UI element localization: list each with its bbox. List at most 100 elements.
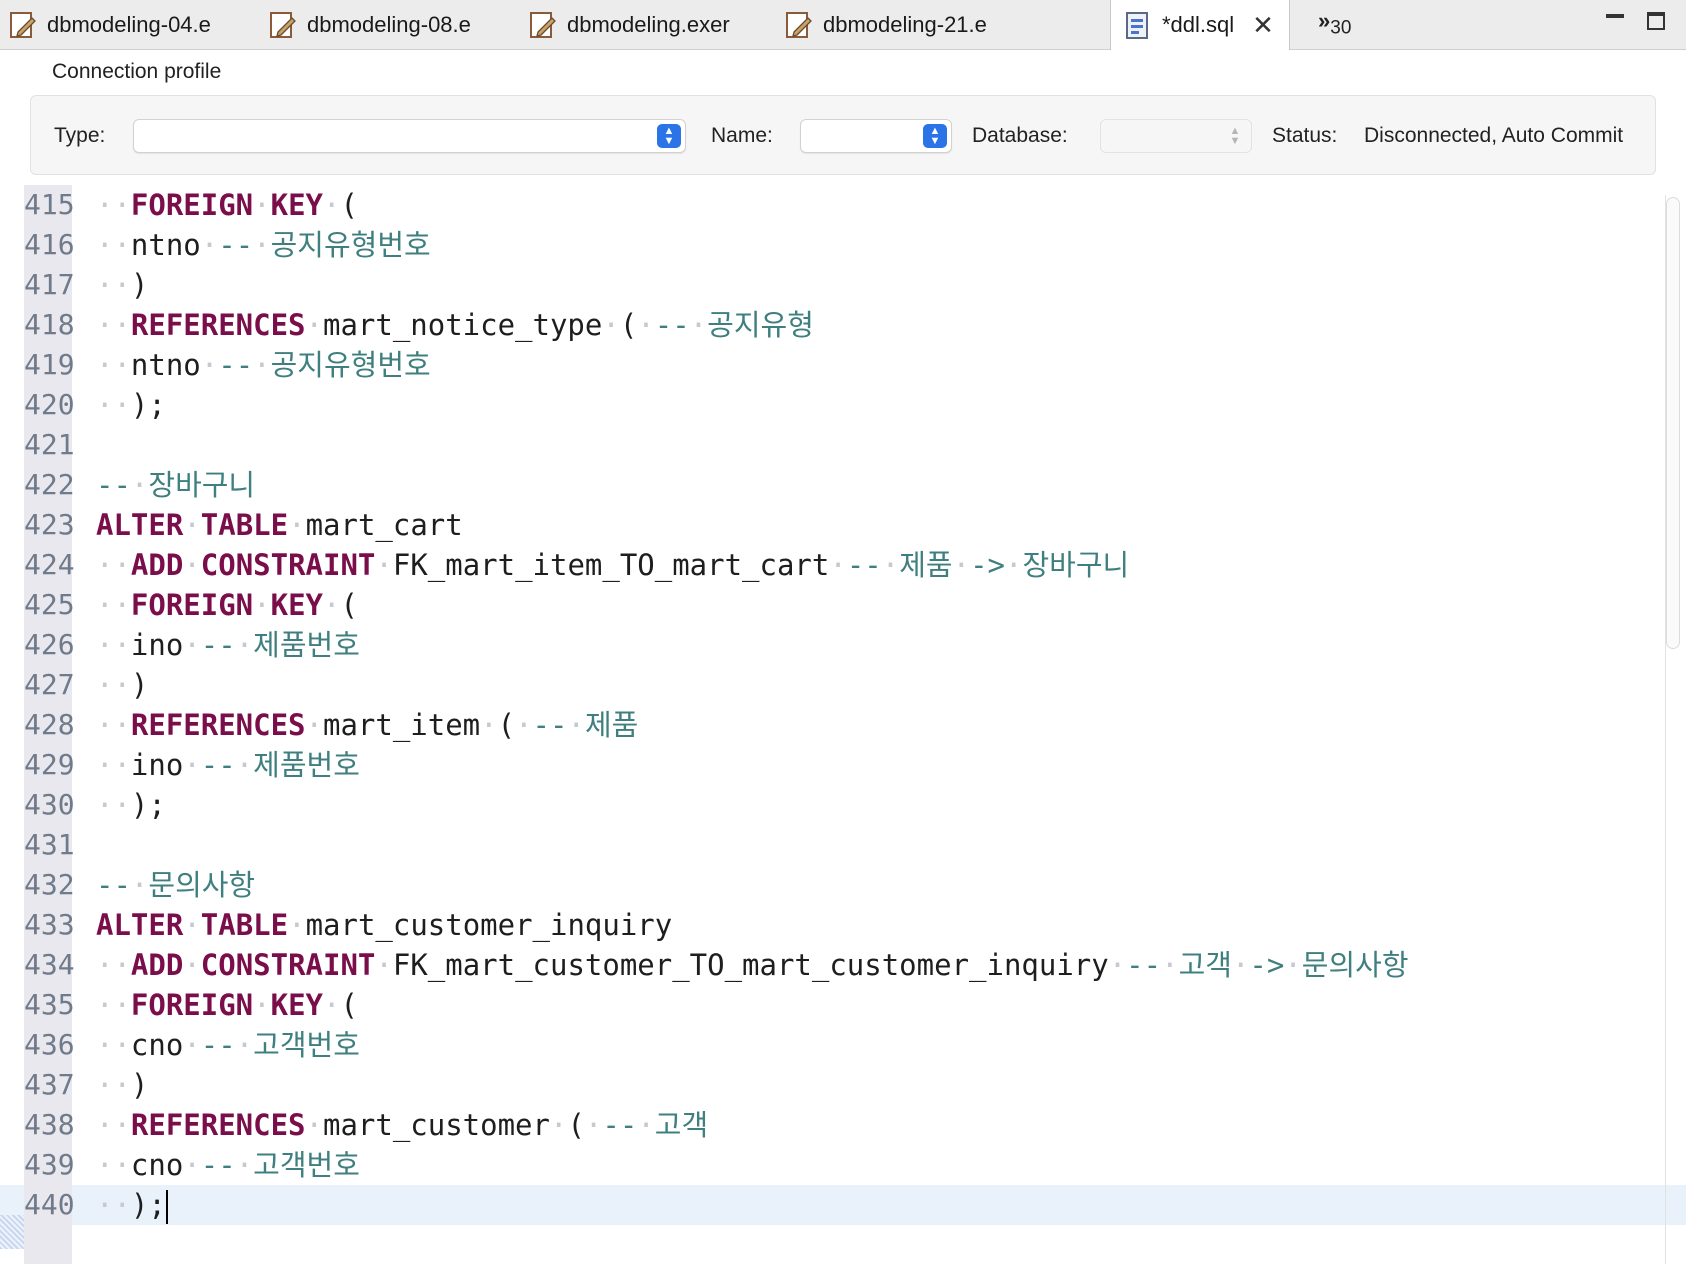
- code-line[interactable]: 436 ··cno·--·고객번호: [0, 1025, 1686, 1065]
- code-line[interactable]: 433 ALTER·TABLE·mart_customer_inquiry: [0, 905, 1686, 945]
- database-label: Database:: [972, 124, 1068, 147]
- select-stepper-icon: ▲ ▼: [923, 124, 947, 148]
- minimize-icon[interactable]: [1606, 14, 1624, 18]
- code-text: ··);: [96, 1188, 168, 1224]
- code-lines: 414··ADD·CONSTRAINT·FK_mart_notice_type_…: [0, 185, 1686, 1225]
- code-line[interactable]: 418 ··REFERENCES·mart_notice_type·(·--·공지…: [0, 305, 1686, 345]
- line-number: 430: [24, 788, 75, 821]
- code-line[interactable]: 425 ··FOREIGN·KEY·(: [0, 585, 1686, 625]
- tab-dbmodeling-08[interactable]: dbmodeling-08.e: [268, 0, 518, 49]
- code-text: ··FOREIGN·KEY·(: [96, 988, 358, 1022]
- edit-file-icon: [270, 11, 296, 38]
- line-number: 436: [24, 1028, 75, 1061]
- line-number: 419: [24, 348, 75, 381]
- tab-dbmodeling-04[interactable]: dbmodeling-04.e: [8, 0, 258, 49]
- sql-editor[interactable]: 414··ADD·CONSTRAINT·FK_mart_notice_type_…: [0, 185, 1686, 1264]
- tab-label: dbmodeling.exer: [567, 11, 730, 37]
- code-line[interactable]: 431: [0, 825, 1686, 865]
- name-select[interactable]: ▲ ▼: [800, 119, 952, 153]
- chevron-right-icon: »: [1318, 8, 1331, 33]
- status-value: Disconnected, Auto Commit: [1364, 124, 1624, 147]
- scrollbar-thumb[interactable]: [1666, 197, 1680, 649]
- tab-label: dbmodeling-21.e: [823, 11, 987, 37]
- line-number: 435: [24, 988, 75, 1021]
- overflow-count: 30: [1330, 17, 1352, 39]
- line-number: 439: [24, 1148, 75, 1181]
- code-line[interactable]: 427 ··): [0, 665, 1686, 705]
- code-line[interactable]: 429 ··ino·--·제품번호: [0, 745, 1686, 785]
- editor-tab-bar: dbmodeling-04.e dbmodeling-08.e dbmodeli…: [0, 0, 1686, 50]
- code-text: --·문의사항: [96, 868, 256, 902]
- line-number: 440: [24, 1185, 75, 1225]
- code-line[interactable]: 417 ··): [0, 265, 1686, 305]
- line-number: 433: [24, 908, 75, 941]
- code-line[interactable]: 439 ··cno·--·고객번호: [0, 1145, 1686, 1185]
- code-text: ··cno·--·고객번호: [96, 1148, 360, 1182]
- maximize-icon[interactable]: [1647, 12, 1665, 30]
- code-text: ··ADD·CONSTRAINT·FK_mart_item_TO_mart_ca…: [96, 548, 1130, 582]
- line-number: 422: [24, 468, 75, 501]
- line-number: 426: [24, 628, 75, 661]
- code-line[interactable]: 421: [0, 425, 1686, 465]
- name-label: Name:: [711, 124, 773, 147]
- line-number: 420: [24, 388, 75, 421]
- status-label: Status:: [1272, 124, 1338, 147]
- line-number: 416: [24, 228, 75, 261]
- line-number: 427: [24, 668, 75, 701]
- code-line[interactable]: 440 ··);: [0, 1185, 1686, 1225]
- tab-dbmodeling-21[interactable]: dbmodeling-21.e: [784, 0, 1034, 49]
- code-text: ··): [96, 668, 149, 702]
- code-text: ALTER·TABLE·mart_customer_inquiry: [96, 908, 673, 942]
- edit-file-icon: [10, 11, 36, 38]
- current-line-marker: [0, 1215, 24, 1249]
- code-line[interactable]: 430 ··);: [0, 785, 1686, 825]
- select-stepper-icon: ▲ ▼: [657, 124, 681, 148]
- code-line[interactable]: 426 ··ino·--·제품번호: [0, 625, 1686, 665]
- code-text: --·장바구니: [96, 468, 256, 502]
- line-number: 421: [24, 428, 75, 461]
- code-line[interactable]: 420 ··);: [0, 385, 1686, 425]
- code-line[interactable]: 419 ··ntno·--·공지유형번호: [0, 345, 1686, 385]
- code-text: ··REFERENCES·mart_customer·(·--·고객: [96, 1108, 709, 1142]
- code-line[interactable]: 437 ··): [0, 1065, 1686, 1105]
- connection-profile-title: Connection profile: [52, 60, 222, 83]
- code-text: ··REFERENCES·mart_item·(·--·제품: [96, 708, 639, 742]
- code-line[interactable]: 422 --·장바구니: [0, 465, 1686, 505]
- code-text: ··ntno·--·공지유형번호: [96, 228, 431, 262]
- edit-file-icon: [786, 11, 812, 38]
- tab-label: *ddl.sql: [1162, 12, 1235, 37]
- database-select[interactable]: ▲ ▼: [1100, 119, 1252, 153]
- code-line[interactable]: 416 ··ntno·--·공지유형번호: [0, 225, 1686, 265]
- code-text: ··ADD·CONSTRAINT·FK_mart_customer_TO_mar…: [96, 948, 1409, 982]
- code-line[interactable]: 434 ··ADD·CONSTRAINT·FK_mart_customer_TO_…: [0, 945, 1686, 985]
- code-line[interactable]: 432 --·문의사항: [0, 865, 1686, 905]
- code-line[interactable]: 435 ··FOREIGN·KEY·(: [0, 985, 1686, 1025]
- code-text: ··): [96, 1068, 149, 1102]
- line-number: 424: [24, 548, 75, 581]
- type-select[interactable]: ▲ ▼: [133, 119, 686, 153]
- code-line[interactable]: 424 ··ADD·CONSTRAINT·FK_mart_item_TO_mart…: [0, 545, 1686, 585]
- tab-label: dbmodeling-04.e: [47, 11, 211, 37]
- line-number: 425: [24, 588, 75, 621]
- code-line[interactable]: 415 ··FOREIGN·KEY·(: [0, 185, 1686, 225]
- tab-dbmodeling-exer[interactable]: dbmodeling.exer: [528, 0, 778, 49]
- code-text: ··cno·--·고객번호: [96, 1028, 360, 1062]
- line-number: 431: [24, 828, 75, 861]
- code-line[interactable]: 428 ··REFERENCES·mart_item·(·--·제품: [0, 705, 1686, 745]
- line-number: 423: [24, 508, 75, 541]
- close-icon[interactable]: ✕: [1252, 12, 1274, 38]
- code-text: ··ino·--·제품번호: [96, 748, 360, 782]
- line-number: 438: [24, 1108, 75, 1141]
- text-caret: [165, 1190, 168, 1224]
- code-line[interactable]: 438 ··REFERENCES·mart_customer·(·--·고객: [0, 1105, 1686, 1145]
- vertical-scrollbar[interactable]: [1662, 195, 1684, 1264]
- type-label: Type:: [54, 124, 106, 147]
- line-number: 418: [24, 308, 75, 341]
- select-stepper-icon: ▲ ▼: [1229, 125, 1241, 147]
- tab-ddl-sql[interactable]: *ddl.sql ✕: [1110, 0, 1290, 50]
- tab-overflow-button[interactable]: »30: [1318, 8, 1351, 39]
- tab-label: dbmodeling-08.e: [307, 11, 471, 37]
- code-text: ··FOREIGN·KEY·(: [96, 588, 358, 622]
- line-number: 428: [24, 708, 75, 741]
- code-line[interactable]: 423 ALTER·TABLE·mart_cart: [0, 505, 1686, 545]
